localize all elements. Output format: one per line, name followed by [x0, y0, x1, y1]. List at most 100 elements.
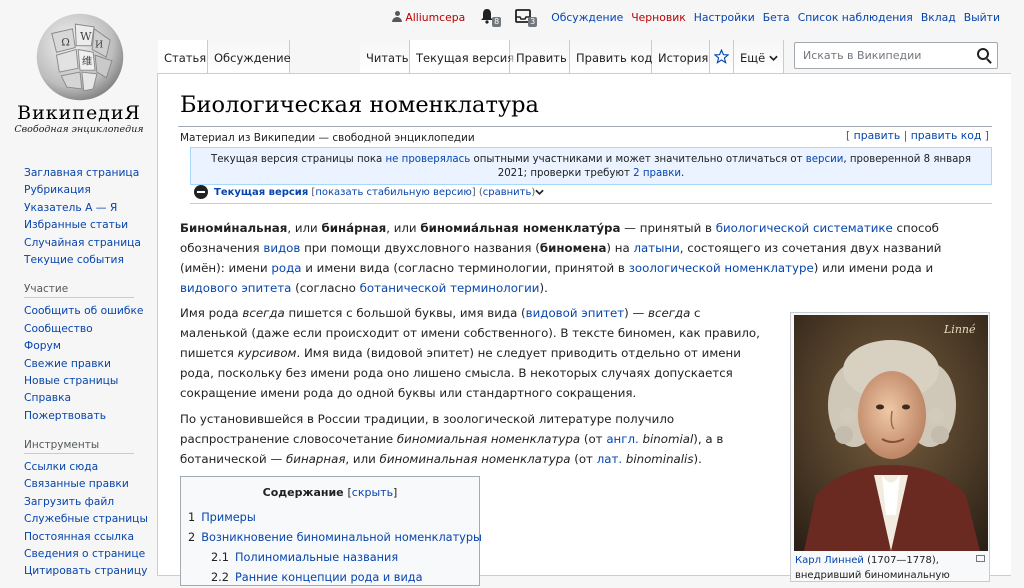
toc-link[interactable]: Примеры — [201, 511, 256, 524]
para-text: ) или имени рода и — [813, 261, 934, 275]
sidebar-item-index[interactable]: Указатель А — Я — [24, 201, 117, 214]
chevron-down-icon[interactable] — [535, 189, 544, 196]
para-text: ). — [693, 452, 702, 466]
sidebar-item-upload[interactable]: Загрузить файл — [24, 495, 114, 508]
toc-link[interactable]: Возникновение биноминальной номенклатуры — [201, 531, 482, 544]
link-zoological-nomenclature[interactable]: зоологической номенклатуре — [629, 261, 814, 275]
sidebar-item-report-error[interactable]: Сообщить об ошибке — [24, 304, 143, 317]
para-italic: бинарная — [286, 452, 346, 466]
preferences-link[interactable]: Настройки — [694, 11, 755, 24]
sidebar-heading-participation[interactable]: Участие — [24, 280, 134, 299]
sidebar-tools: Ссылки сюда Связанные правки Загрузить ф… — [24, 458, 154, 580]
sidebar-item-featured[interactable]: Избранные статьи — [24, 218, 128, 231]
sidebar-item-recent-changes[interactable]: Свежие правки — [24, 357, 111, 370]
toc-link[interactable]: Полиномиальные названия — [235, 551, 398, 564]
page-title: Биологическая номенклатура — [180, 92, 539, 118]
sidebar-item-help[interactable]: Справка — [24, 391, 71, 404]
enlarge-icon[interactable] — [976, 555, 985, 562]
link-english[interactable]: англ. — [606, 432, 638, 446]
caption-link-linnaeus[interactable]: Карл Линней — [795, 555, 864, 566]
flagged-revision-notice: Текущая версия страницы пока не проверял… — [190, 147, 992, 185]
sidebar-item-what-links-here[interactable]: Ссылки сюда — [24, 460, 98, 473]
tab-edit[interactable]: Править — [510, 40, 570, 73]
diff-link[interactable]: сравнить — [483, 187, 532, 198]
sidebar-item-donate[interactable]: Пожертвовать — [24, 409, 106, 422]
pending-edits-link[interactable]: 2 правки — [633, 168, 681, 179]
tab-article[interactable]: Статья — [158, 40, 208, 73]
linnaeus-portrait-image[interactable]: Linné — [794, 315, 988, 551]
sandbox-link[interactable]: Черновик — [631, 11, 685, 24]
link-latin[interactable]: латыни — [633, 241, 679, 255]
notices-button[interactable]: 3 — [515, 8, 538, 27]
watch-star-button[interactable] — [710, 40, 734, 73]
toc-number: 2.1 — [211, 551, 229, 564]
toc-title: Содержание [скрыть] — [262, 486, 398, 499]
toc-link[interactable]: Ранние концепции рода и вида — [235, 571, 423, 584]
search-input[interactable]: Искать в Википедии — [794, 42, 998, 69]
contributions-link[interactable]: Вклад — [921, 11, 956, 24]
svg-text:W: W — [80, 30, 92, 43]
toc-item[interactable]: 2.1 Полиномиальные названия — [181, 548, 479, 568]
sidebar-item-new-pages[interactable]: Новые страницы — [24, 374, 118, 387]
link-specific-epithet-2[interactable]: видовой эпитет — [526, 306, 624, 320]
para-italic: binomial — [638, 432, 694, 446]
toc-item[interactable]: 1 Примеры — [181, 508, 479, 528]
toc-item[interactable]: 2 Возникновение биноминальной номенклатур… — [181, 528, 482, 548]
link-species[interactable]: видов — [263, 241, 300, 255]
sidebar-item-page-info[interactable]: Сведения о странице — [24, 547, 145, 560]
tab-current-version[interactable]: Текущая версия — [410, 40, 514, 73]
edit-source-link[interactable]: править код — [911, 129, 982, 142]
wikipedia-logo[interactable]: Ω W И 维 ВикипедиЯ Свободная энциклопедия — [0, 0, 158, 150]
not-checked-link[interactable]: не проверялась — [386, 154, 471, 165]
user-talk-link[interactable]: Обсуждение — [551, 11, 623, 24]
alerts-button[interactable]: 8 — [479, 8, 502, 27]
tab-talk[interactable]: Обсуждение — [208, 40, 291, 73]
user-icon — [392, 10, 403, 22]
toc-item[interactable]: 2.2 Ранние концепции рода и вида — [181, 568, 479, 588]
beta-link[interactable]: Бета — [763, 11, 790, 24]
sidebar-item-related-changes[interactable]: Связанные правки — [24, 477, 129, 490]
link-systematics[interactable]: биологической систематике — [716, 221, 893, 235]
logo-tagline: Свободная энциклопедия — [14, 124, 144, 135]
sidebar-item-community[interactable]: Сообщество — [24, 322, 93, 335]
tradition-paragraph: По установившейся в России традиции, в з… — [180, 409, 770, 469]
main-content: Биологическая номенклатура Материал из В… — [157, 73, 1011, 586]
sidebar-item-cite[interactable]: Цитировать страницу — [24, 564, 147, 577]
sidebar-item-current-events[interactable]: Текущие события — [24, 253, 124, 266]
thumbnail-caption: Карл Линней (1707—1778), внедривший бино… — [795, 553, 985, 583]
link-genus[interactable]: рода — [271, 261, 301, 275]
current-version-link[interactable]: Текущая версия — [214, 187, 308, 198]
sidebar-heading-tools[interactable]: Инструменты — [24, 436, 134, 455]
para-italic: binominalis — [622, 452, 694, 466]
tab-history[interactable]: История — [652, 40, 710, 73]
tab-edit-source[interactable]: Править код — [570, 40, 652, 73]
logo-wordmark: ВикипедиЯ — [17, 102, 141, 124]
sidebar-item-permalink[interactable]: Постоянная ссылка — [24, 530, 134, 543]
logout-link[interactable]: Выйти — [964, 11, 1000, 24]
para-text: — принятый в — [620, 221, 716, 235]
sidebar-item-categories[interactable]: Рубрикация — [24, 183, 91, 196]
search-icon[interactable] — [977, 48, 989, 60]
tab-read[interactable]: Читать — [360, 40, 410, 73]
revision-bar: Текущая версия [показать стабильную верс… — [194, 185, 544, 199]
user-link[interactable]: Alliumcepa — [392, 10, 465, 24]
term-bold: бина́рная — [321, 221, 387, 235]
sidebar-item-random[interactable]: Случайная страница — [24, 236, 141, 249]
edit-link[interactable]: править — [854, 129, 901, 142]
more-menu[interactable]: Ещё — [734, 40, 784, 73]
link-botanical-terminology[interactable]: ботанической терминологии — [360, 281, 540, 295]
sidebar-item-special-pages[interactable]: Служебные страницы — [24, 512, 148, 525]
watchlist-link[interactable]: Список наблюдения — [798, 11, 913, 24]
sidebar-item-forum[interactable]: Форум — [24, 339, 61, 352]
sidebar-item-main-page[interactable]: Заглавная страница — [24, 166, 139, 179]
para-italic: курсивом — [237, 346, 297, 360]
link-specific-epithet[interactable]: видового эпитета — [180, 281, 291, 295]
toc-number: 2.2 — [211, 571, 229, 584]
para-text: (от — [570, 452, 597, 466]
show-stable-link[interactable]: показать стабильную версию — [315, 187, 471, 198]
unreviewed-icon — [194, 185, 208, 199]
toc-hide-link[interactable]: скрыть — [352, 486, 393, 499]
version-link[interactable]: версии — [806, 154, 844, 165]
sidebar: Заглавная страница Рубрикация Указатель … — [24, 160, 154, 580]
link-latin-2[interactable]: лат. — [597, 452, 622, 466]
